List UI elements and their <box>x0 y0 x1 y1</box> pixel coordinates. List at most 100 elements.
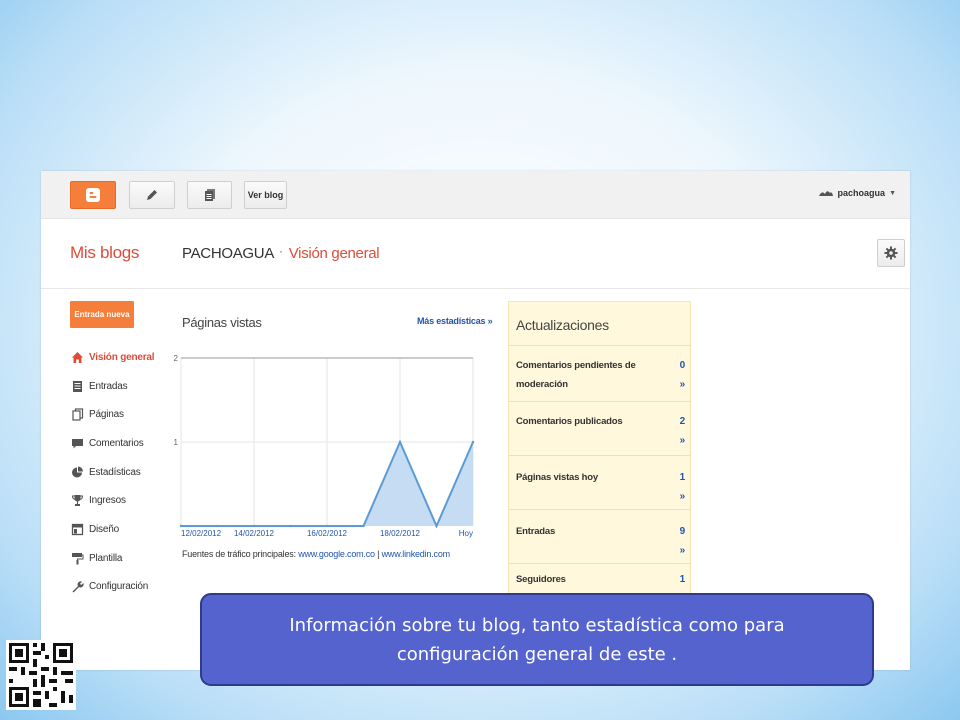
chart-data-point <box>216 524 219 528</box>
update-row-value[interactable]: 1 <box>680 570 686 589</box>
update-row-label: Seguidores <box>516 574 566 585</box>
more-stats-link[interactable]: Más estadísticas » <box>417 316 493 326</box>
sidebar-item-comments[interactable]: Comentarios <box>70 429 154 458</box>
sidebar-item-label: Plantilla <box>89 552 123 564</box>
update-count[interactable]: 2 <box>680 416 686 427</box>
chart-x-tick-label: 18/02/2012 <box>380 529 421 538</box>
blog-name[interactable]: PACHOAGUA <box>182 245 274 262</box>
pageviews-chart: 1 2 12/02/2012 14/02/2012 16/02/2012 18/02/20… <box>174 354 475 538</box>
info-callout: Información sobre tu blog, tanto estadís… <box>200 593 874 686</box>
update-row-label: Entradas <box>516 526 556 537</box>
sidebar-item-stats[interactable]: Estadísticas <box>70 458 154 487</box>
home-icon <box>70 350 84 364</box>
gear-icon <box>884 246 898 260</box>
update-row-value[interactable]: 1» <box>680 468 686 506</box>
sidebar-item-label: Estadísticas <box>89 466 141 478</box>
update-row-value[interactable]: 2» <box>680 412 686 450</box>
sidebar-item-label: Páginas <box>89 409 124 421</box>
page-icon <box>70 408 84 422</box>
pages-button[interactable] <box>187 181 232 209</box>
chart-x-tick-label: 14/02/2012 <box>234 529 275 538</box>
chart-data-point <box>252 524 256 528</box>
chart-data-point <box>435 524 438 528</box>
sidebar-item-label: Entradas <box>89 380 128 392</box>
chart-y-tick-label: 2 <box>174 354 179 363</box>
page-title: Visión general <box>288 245 380 262</box>
chart-y-tick-label: 1 <box>174 438 179 447</box>
chart-x-tick-label: 12/02/2012 <box>181 529 222 538</box>
pencil-icon <box>147 190 157 200</box>
user-avatar-icon <box>818 191 833 196</box>
update-count[interactable]: 1 <box>680 472 686 483</box>
sidebar-item-posts[interactable]: Entradas <box>70 372 154 401</box>
update-row-pageviews-today: Páginas vistas hoy 1» <box>509 456 690 510</box>
my-blogs-link[interactable]: Mis blogs <box>70 243 139 263</box>
chart-data-point <box>289 524 292 528</box>
chart-x-tick-label: Hoy <box>459 529 473 538</box>
chart-title: Páginas vistas <box>182 315 262 330</box>
update-row-value[interactable]: 0» <box>680 356 686 394</box>
chevron-down-icon[interactable]: ▼ <box>889 190 896 197</box>
update-row-label: Comentarios pendientes de moderación <box>516 360 636 390</box>
update-arrow-link[interactable]: » <box>680 545 686 556</box>
update-row-label: Comentarios publicados <box>516 416 623 427</box>
sidebar-item-earnings[interactable]: Ingresos <box>70 486 154 515</box>
sidebar-item-label: Visión general <box>89 351 155 363</box>
new-post-button[interactable] <box>129 181 175 209</box>
update-arrow-link[interactable]: » <box>680 379 686 390</box>
top-toolbar: Ver blog pachoagua ▼ <box>41 171 910 219</box>
source-divider: | <box>377 549 380 559</box>
sidebar-item-label: Comentarios <box>89 437 144 449</box>
updates-title: Actualizaciones <box>509 302 690 346</box>
sidebar-item-layout[interactable]: Diseño <box>70 515 154 544</box>
pie-chart-icon <box>70 465 84 479</box>
update-arrow-link[interactable]: » <box>680 435 686 446</box>
sidebar-item-overview[interactable]: Visión general <box>70 343 155 372</box>
user-name: pachoagua <box>837 188 886 198</box>
sidebar-item-label: Configuración <box>89 581 149 593</box>
update-row-value[interactable]: 9» <box>680 522 686 560</box>
posts-icon <box>70 379 84 393</box>
blogger-home-button[interactable] <box>70 181 116 209</box>
blogger-logo-icon <box>86 188 100 202</box>
update-row-posts: Entradas 9» <box>509 510 690 564</box>
breadcrumb: PACHOAGUA · Visión general <box>182 244 380 262</box>
update-row-published-comments: Comentarios publicados 2» <box>509 402 690 456</box>
chart-data-point <box>362 524 365 528</box>
sidebar-item-template[interactable]: Plantilla <box>70 544 154 573</box>
qr-code-icon <box>6 640 76 710</box>
sidebar-nav: Visión general Entradas Páginas Comentar… <box>70 343 155 602</box>
pages-icon <box>204 189 215 201</box>
traffic-sources-label: Fuentes de tráfico principales: <box>182 549 296 559</box>
sidebar-item-settings[interactable]: Configuración <box>70 573 154 602</box>
chart-data-point <box>325 524 329 528</box>
settings-button[interactable] <box>877 239 905 267</box>
updates-panel: Actualizaciones Comentarios pendientes d… <box>508 301 691 601</box>
new-entry-button[interactable]: Entrada nueva <box>70 301 134 328</box>
comment-icon <box>70 436 84 450</box>
source-link-linkedin[interactable]: www.linkedin.com <box>382 549 451 559</box>
chart-x-tick-label: 16/02/2012 <box>307 529 348 538</box>
update-count[interactable]: 0 <box>680 360 686 371</box>
wrench-icon <box>70 580 84 594</box>
update-count[interactable]: 9 <box>680 526 686 537</box>
paint-roller-icon <box>70 551 84 565</box>
trophy-icon <box>70 494 84 508</box>
sidebar-item-pages[interactable]: Páginas <box>70 400 154 429</box>
sidebar-item-label: Ingresos <box>89 495 126 507</box>
update-count[interactable]: 1 <box>680 574 686 585</box>
user-menu[interactable]: pachoagua ▼ <box>818 188 896 198</box>
update-row-label: Páginas vistas hoy <box>516 472 598 483</box>
info-callout-text: Información sobre tu blog, tanto estadís… <box>289 614 785 665</box>
traffic-sources: Fuentes de tráfico principales: www.goog… <box>182 549 450 559</box>
chart-data-point <box>179 524 183 528</box>
update-arrow-link[interactable]: » <box>680 491 686 502</box>
page-header: Mis blogs PACHOAGUA · Visión general <box>41 219 910 289</box>
update-row-pending-comments: Comentarios pendientes de moderación 0» <box>509 346 690 402</box>
view-blog-button[interactable]: Ver blog <box>244 181 287 209</box>
source-link-google[interactable]: www.google.com.co <box>298 549 375 559</box>
layout-icon <box>70 522 84 536</box>
sidebar-item-label: Diseño <box>89 523 119 535</box>
chart-data-point <box>398 440 402 444</box>
chart-data-point <box>471 440 475 444</box>
